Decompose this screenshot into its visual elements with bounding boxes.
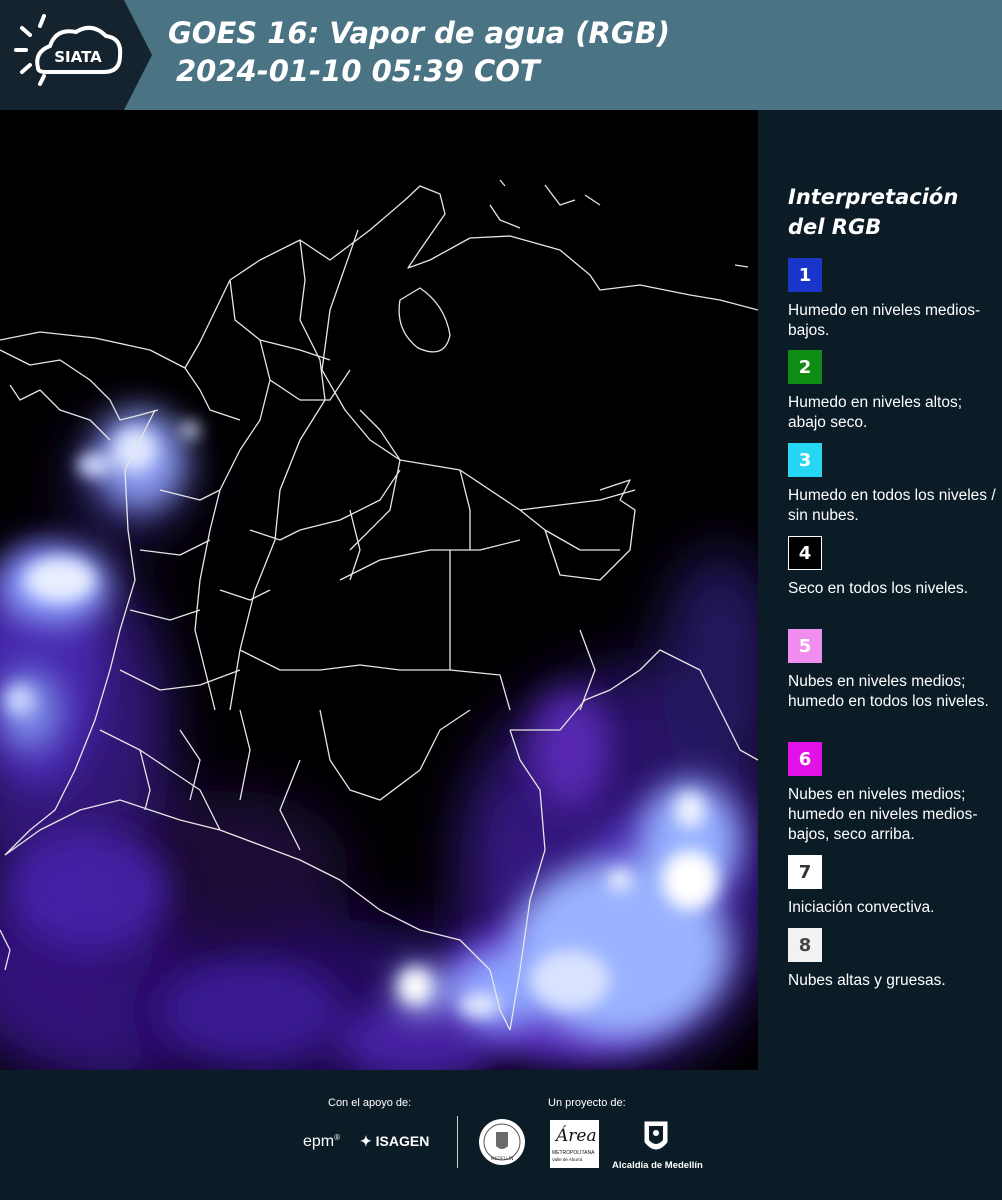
legend-swatch-6: 6 <box>788 742 822 776</box>
page: SIATA GOES 16: Vapor de agua (RGB) 2024-… <box>0 0 1002 1200</box>
legend-text-6: Nubes en niveles medios; humedo en nivel… <box>788 786 978 843</box>
legend-text-3: Humedo en todos los niveles / sin nubes. <box>788 487 996 524</box>
legend-swatch-2: 2 <box>788 350 822 384</box>
legend-item-8: 8 Nubes altas y gruesas. <box>788 928 998 991</box>
page-timestamp: 2024-01-10 05:39 COT <box>176 54 540 88</box>
legend-item-5: 5 Nubes en niveles medios; humedo en tod… <box>788 629 998 712</box>
legend-item-3: 3 Humedo en todos los niveles / sin nube… <box>788 443 998 526</box>
legend-text-4: Seco en todos los niveles. <box>788 580 969 597</box>
epm-logo: epm® <box>303 1133 341 1150</box>
legend-swatch-3: 3 <box>788 443 822 477</box>
medellin-seal-icon: MEDELLÍN <box>478 1118 526 1166</box>
legend-panel: Interpretación del RGB 1 Humedo en nivel… <box>760 110 1002 1070</box>
area-metro-sub2: Valle de Aburrá <box>552 1157 583 1162</box>
legend-swatch-8: 8 <box>788 928 822 962</box>
satellite-map <box>0 110 758 1070</box>
legend-text-8: Nubes altas y gruesas. <box>788 972 946 989</box>
page-title: GOES 16: Vapor de agua (RGB) <box>168 16 671 50</box>
legend-text-7: Iniciación convectiva. <box>788 899 935 916</box>
area-metropolitana-logo: Área METROPOLITANA Valle de Aburrá <box>550 1120 599 1168</box>
seal-text: MEDELLÍN <box>491 1155 514 1162</box>
logo-text: SIATA <box>54 48 102 66</box>
header-bar: SIATA GOES 16: Vapor de agua (RGB) 2024-… <box>0 0 1002 110</box>
legend-text-2: Humedo en niveles altos; abajo seco. <box>788 394 963 431</box>
area-metro-logo-text: Área <box>556 1126 597 1146</box>
epm-logo-text: epm <box>303 1133 335 1150</box>
legend-item-1: 1 Humedo en niveles medios-bajos. <box>788 258 998 341</box>
legend-item-6: 6 Nubes en niveles medios; humedo en niv… <box>788 742 998 845</box>
support-label: Con el apoyo de: <box>328 1097 412 1109</box>
legend-text-5: Nubes en niveles medios; humedo en todos… <box>788 673 989 710</box>
legend-item-4: 4 Seco en todos los niveles. <box>788 536 998 599</box>
satellite-water-vapor-map <box>0 110 758 1070</box>
legend-swatch-1: 1 <box>788 258 822 292</box>
footer: Con el apoyo de: Un proyecto de: epm® ✦ … <box>0 1070 1002 1200</box>
alcaldia-shield-icon <box>643 1120 669 1156</box>
legend-swatch-5: 5 <box>788 629 822 663</box>
isagen-logo: ✦ ISAGEN <box>360 1133 429 1150</box>
legend-title: Interpretación del RGB <box>788 185 959 239</box>
legend-swatch-7: 7 <box>788 855 822 889</box>
legend-text-1: Humedo en niveles medios-bajos. <box>788 302 981 339</box>
isagen-mark-icon: ✦ <box>360 1133 372 1149</box>
siata-logo: SIATA <box>0 0 152 110</box>
legend-item-2: 2 Humedo en niveles altos; abajo seco. <box>788 350 998 433</box>
legend-swatch-4: 4 <box>788 536 822 570</box>
area-metro-sub: METROPOLITANA <box>552 1150 595 1156</box>
footer-divider <box>457 1116 458 1168</box>
project-label: Un proyecto de: <box>548 1097 626 1109</box>
alcaldia-label: Alcaldía de Medellín <box>612 1160 703 1171</box>
legend-item-7: 7 Iniciación convectiva. <box>788 855 998 918</box>
isagen-logo-text: ISAGEN <box>375 1133 430 1149</box>
